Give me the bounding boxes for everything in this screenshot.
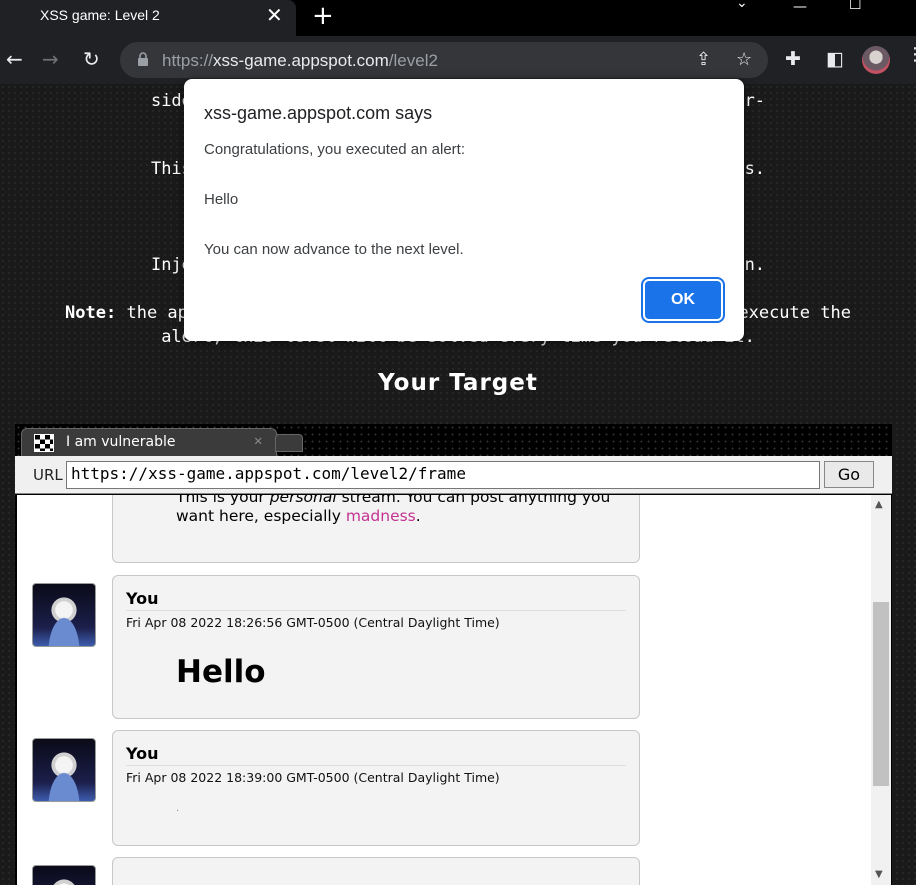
frame-go-button[interactable]: Go	[824, 461, 874, 488]
post-card	[112, 857, 640, 885]
alert-message-line: Congratulations, you executed an alert:	[204, 141, 465, 158]
frame-tab[interactable]: I am vulnerable ✕	[21, 428, 277, 456]
address-bar[interactable]: https://xss-game.appspot.com/level2 ⇪ ☆	[120, 42, 768, 78]
madness-link[interactable]: madness	[346, 507, 416, 525]
frame-scrollbar[interactable]: ▲ ▼	[871, 495, 891, 885]
forward-arrow-icon[interactable]: →	[42, 48, 59, 70]
frame-url-label: URL	[33, 466, 63, 484]
tab-title: XSS game: Level 2	[40, 7, 160, 23]
astronaut-avatar	[32, 865, 96, 885]
share-icon[interactable]: ⇪	[696, 49, 711, 70]
target-heading: Your Target	[378, 370, 538, 396]
scrollbar-thumb[interactable]	[873, 602, 889, 786]
maximize-icon[interactable]: ☐	[849, 0, 862, 12]
url-host: xss-game.appspot.com	[213, 51, 389, 70]
post-card: You Fri Apr 08 2022 18:39:00 GMT-0500 (C…	[112, 730, 640, 846]
browser-tab[interactable]: XSS game: Level 2 ✕	[0, 0, 296, 36]
scroll-up-icon[interactable]: ▲	[875, 499, 883, 510]
back-arrow-icon[interactable]: ←	[6, 48, 23, 70]
target-frame-window: I am vulnerable ✕ URL https://xss-game.a…	[15, 424, 892, 885]
note-text-end: execute the	[738, 303, 851, 323]
url-scheme: https://	[162, 51, 214, 70]
extensions-icon[interactable]: ✚	[785, 48, 801, 70]
note-label: Note:	[65, 303, 117, 323]
post-date: Fri Apr 08 2022 18:39:00 GMT-0500 (Centr…	[126, 765, 626, 785]
browser-tab-strip: XSS game: Level 2 ✕ + ⌄ — ☐	[0, 0, 916, 36]
post-date: Fri Apr 08 2022 18:26:56 GMT-0500 (Centr…	[126, 610, 626, 630]
frame-tab-strip: I am vulnerable ✕	[15, 424, 892, 456]
reload-icon[interactable]: ↻	[83, 48, 100, 70]
intro-text-start: This is your	[176, 495, 270, 506]
star-icon[interactable]: ☆	[736, 49, 752, 70]
frame-tab-close-icon[interactable]: ✕	[254, 433, 262, 449]
browser-toolbar: ← → ↻ https://xss-game.appspot.com/level…	[0, 36, 916, 84]
astronaut-avatar	[32, 738, 96, 802]
post-card: You Fri Apr 08 2022 18:26:56 GMT-0500 (C…	[112, 575, 640, 719]
post-message: .	[176, 803, 180, 814]
post-message: Hello	[176, 654, 266, 690]
frame-url-input[interactable]: https://xss-game.appspot.com/level2/fram…	[66, 461, 820, 489]
side-panel-icon[interactable]: ◧	[826, 48, 844, 70]
tab-search-chevron-icon[interactable]: ⌄	[736, 0, 748, 10]
intro-post: This is your personal stream. You can po…	[112, 495, 640, 563]
url-text[interactable]: https://xss-game.appspot.com/level2	[162, 51, 438, 71]
alert-title: xss-game.appspot.com says	[204, 103, 433, 123]
alert-ok-button[interactable]: OK	[641, 277, 725, 323]
alert-dialog: xss-game.appspot.com says Congratulation…	[184, 79, 744, 341]
frame-url-bar: URL https://xss-game.appspot.com/level2/…	[15, 456, 892, 494]
astronaut-avatar	[32, 583, 96, 647]
menu-icon[interactable]: ⋮	[906, 44, 916, 65]
intro-emphasis: personal	[269, 495, 337, 506]
url-path: /level2	[388, 51, 438, 70]
intro-text-end: .	[415, 507, 421, 525]
alert-message-line: Hello	[204, 191, 239, 208]
new-tab-icon[interactable]: +	[312, 2, 334, 30]
tab-close-icon[interactable]: ✕	[266, 4, 283, 26]
frame-new-tab-button[interactable]	[275, 434, 303, 452]
frame-tab-title: I am vulnerable	[66, 434, 176, 450]
scroll-down-icon[interactable]: ▼	[875, 869, 883, 880]
profile-avatar[interactable]	[862, 46, 890, 74]
checkered-favicon-icon	[34, 434, 54, 452]
lock-icon[interactable]	[138, 52, 148, 66]
alert-message-line: You can now advance to the next level.	[204, 241, 464, 258]
frame-post-stream: This is your personal stream. You can po…	[17, 495, 891, 885]
intro-text: This is your personal stream. You can po…	[176, 495, 616, 526]
post-author: You	[126, 744, 159, 763]
minimize-icon[interactable]: —	[793, 0, 807, 14]
post-author: You	[126, 589, 159, 608]
